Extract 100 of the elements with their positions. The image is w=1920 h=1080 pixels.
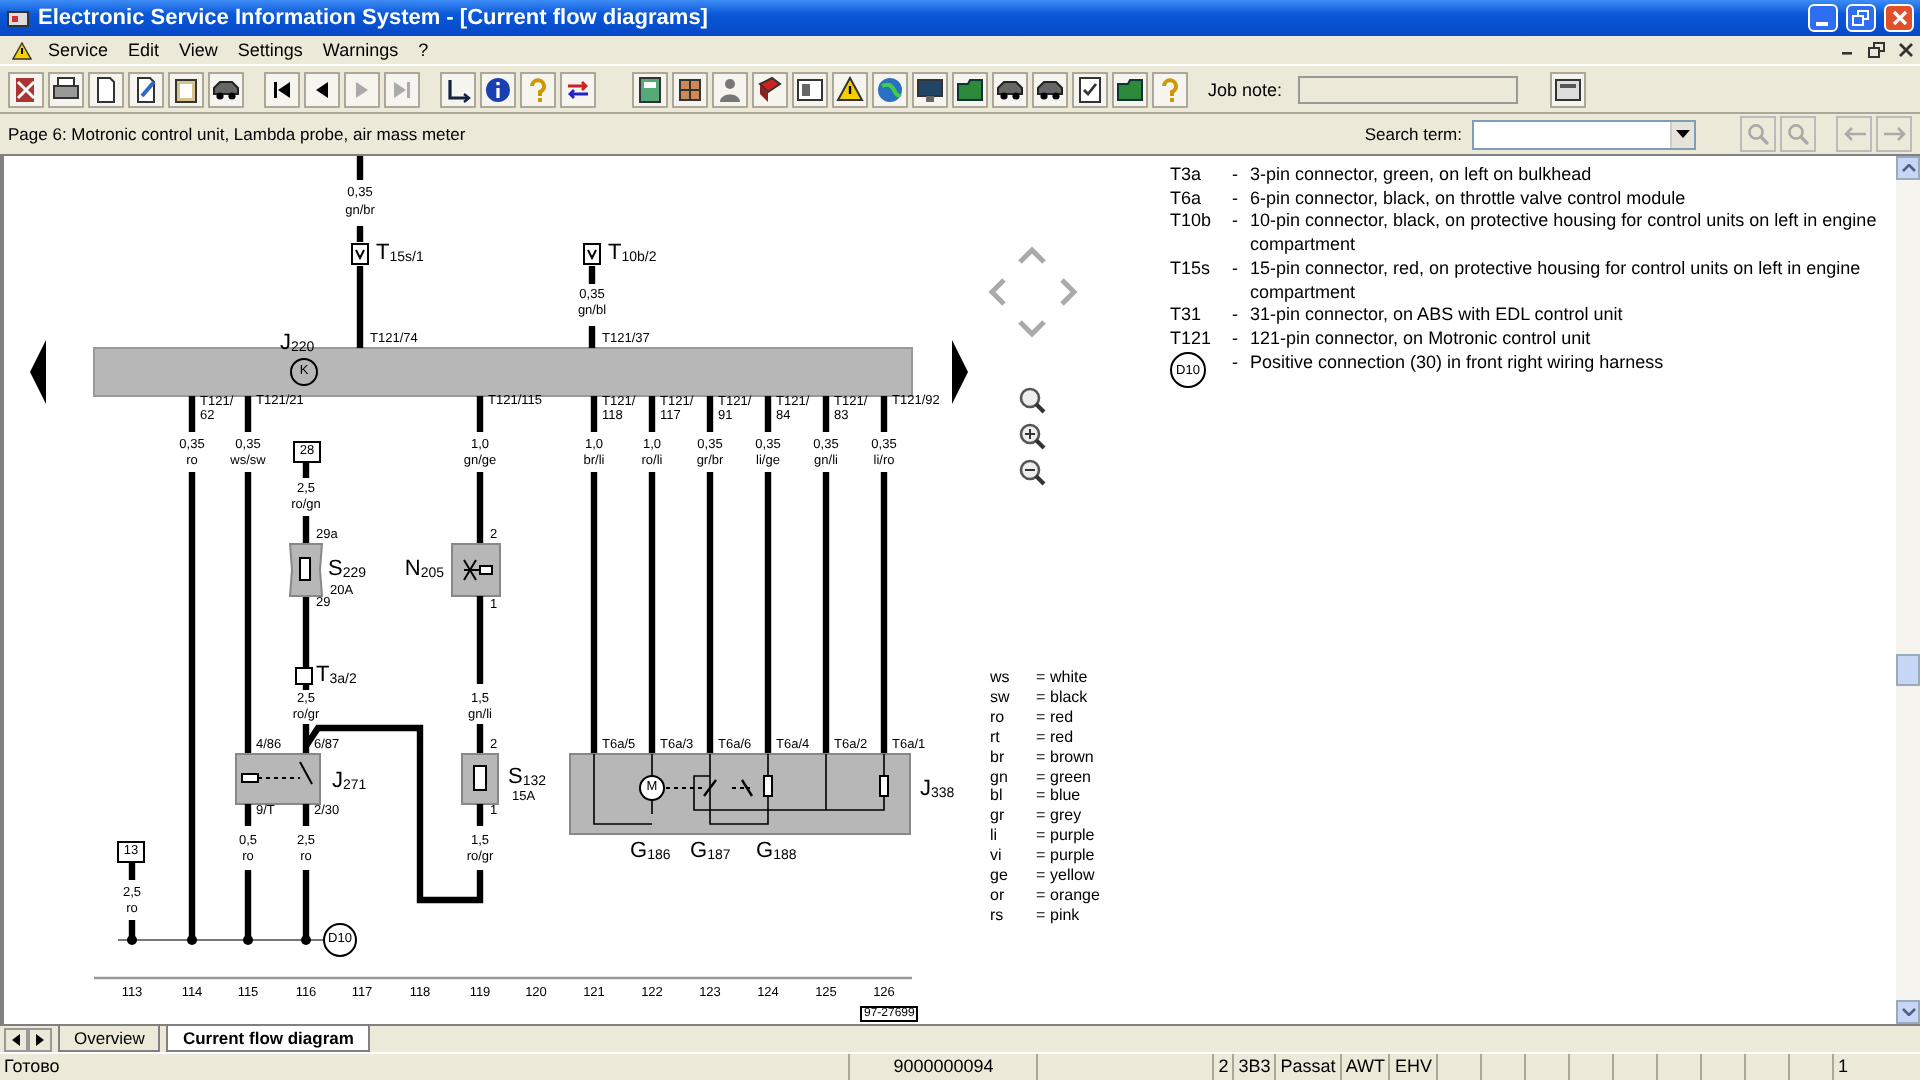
status-cell: EHV [1388,1054,1436,1080]
close-button[interactable] [1884,4,1914,32]
status-cell: AWT [1339,1054,1389,1080]
equals-sign: = [1036,868,1046,884]
toolbar-button[interactable] [560,71,596,107]
exit-icon [12,75,40,103]
menu-item[interactable]: Edit [118,40,170,60]
component-label: J$_{220}$ [280,333,315,355]
menu-item[interactable]: ? [408,40,439,60]
color-code: rt [990,729,1000,746]
color-code: gr [990,808,1005,825]
status-cell: 9000000094 [848,1054,1037,1080]
toolbar-button[interactable] [168,71,204,107]
dropdown-arrow-icon [1676,130,1690,138]
toolbar-button[interactable] [832,71,868,107]
toolbar-button[interactable] [912,71,948,107]
question-mark-icon [1156,75,1184,103]
status-cell: 1 [1832,1054,1920,1080]
clipboard-icon [172,75,200,103]
scroll-up-button[interactable] [1896,156,1920,180]
book-icon [756,75,784,103]
toolbar-button[interactable] [792,71,828,107]
connector-code: T6a [1170,187,1204,211]
zoom-in-icon[interactable] [1019,423,1046,450]
triangle-left-icon [12,1034,20,1046]
warning-icon [836,75,864,103]
connector-label: T$_{3a/2}$ [316,665,357,687]
edit-document-icon [132,75,160,103]
toolbar-button[interactable] [992,71,1028,107]
toolbar-button[interactable] [440,71,476,107]
toolbar-button[interactable] [1112,71,1148,107]
zoom-icon[interactable] [1019,387,1046,414]
tab-scroll-right-button[interactable] [28,1028,52,1052]
dash: - [1232,327,1240,352]
connector-code: T121 [1170,327,1214,352]
toolbar-button[interactable] [1032,71,1068,107]
color-code: li [990,828,998,845]
connector-code: T10b [1170,210,1214,235]
toolbar-button[interactable] [264,71,300,107]
toolbar-button[interactable] [8,71,44,107]
toolbar-button[interactable] [304,71,340,107]
scrollbar-thumb[interactable] [1896,654,1920,686]
symbol-circle [290,358,318,386]
connector-code: T31 [1170,304,1204,328]
component-label: S$_{132}$ [508,767,547,789]
toolbar-button[interactable] [672,71,708,107]
toolbar-button[interactable] [952,71,988,107]
close-icon[interactable] [1898,42,1914,58]
connector-description: 6-pin connector, black, on throttle valve control module [1250,187,1688,211]
status-cell: Passat [1274,1054,1340,1080]
terminal-box [117,841,145,863]
color-code: bl [990,788,1003,805]
color-code: or [990,887,1005,904]
toolbar-button[interactable] [208,71,244,107]
tab[interactable]: Current flow diagram [166,1026,370,1052]
menu-item[interactable]: View [169,40,228,60]
car-icon [212,75,240,103]
minimize-button[interactable] [1808,4,1838,32]
menu-item[interactable]: Warnings [312,40,409,60]
toolbar-button[interactable] [128,71,164,107]
printer-icon [52,75,80,103]
toolbar-button[interactable] [632,71,668,107]
chevron-up-icon [1901,164,1915,172]
menu-item[interactable]: Service [38,40,119,60]
status-cell: 2 [1212,1054,1233,1080]
note-icon [1554,75,1583,103]
car-icon [1036,75,1064,103]
toolbar-button[interactable] [1072,71,1108,107]
equals-sign: = [1036,709,1046,726]
equals-sign: = [1036,808,1046,825]
equals-sign: = [1036,828,1046,845]
menu-item[interactable]: Settings [227,40,313,60]
zoom-out-icon[interactable] [1019,459,1046,486]
scroll-right-icon[interactable] [952,340,968,404]
color-code: rs [990,907,1004,924]
scroll-down-button[interactable] [1896,1000,1920,1024]
question-mark-icon [524,75,552,103]
tab[interactable]: Overview [58,1026,161,1052]
equals-sign: = [1036,907,1046,924]
scroll-left-icon[interactable] [30,340,46,404]
page-title: Page 6: Motronic control unit, Lambda probe, air mass meter [8,124,468,144]
toolbar-button[interactable] [88,71,124,107]
toolbar-button[interactable] [48,71,84,107]
maximize-button[interactable] [1846,4,1876,32]
component-label: N$_{205}$ [404,559,444,581]
connector-description: 121-pin connector, on Motronic control unit [1250,327,1593,352]
component-label: J$_{271}$ [332,771,367,793]
tab-scroll-left-button[interactable] [4,1028,28,1052]
search-field[interactable] [1472,119,1696,149]
toolbar-button[interactable] [752,71,788,107]
toolbar-button[interactable] [480,71,516,107]
swap-arrows-icon [564,75,592,103]
connector-icon [583,243,601,265]
connector-description: 10-pin connector, black, on protective housing for control units on left in engine compartment [1250,210,1879,258]
color-meaning: red [1050,709,1074,726]
color-meaning: brown [1050,749,1094,766]
toolbar-button[interactable] [1550,71,1587,107]
monitor-icon [916,75,944,103]
relay-box [235,753,321,805]
chevron-down-icon [1901,1008,1915,1016]
